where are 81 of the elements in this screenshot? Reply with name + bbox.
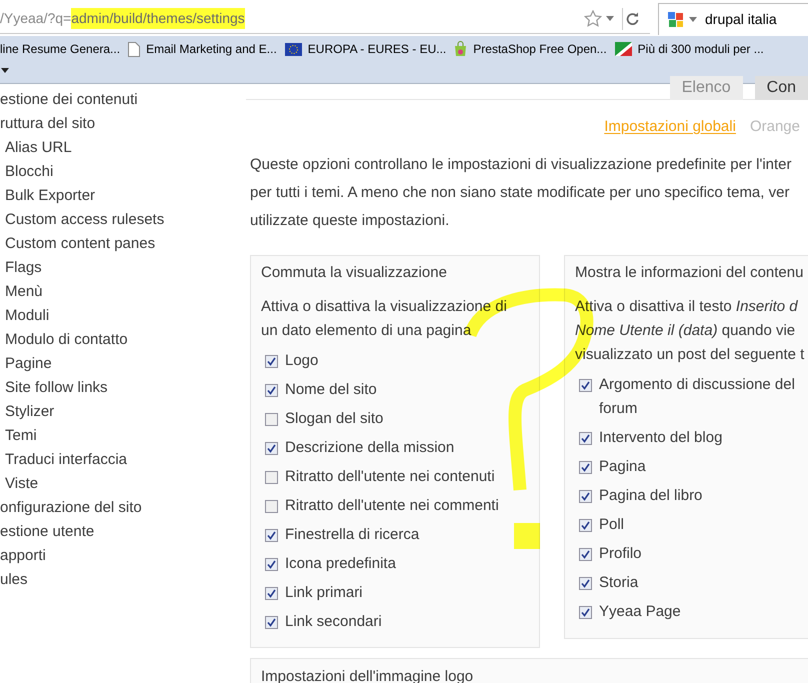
sidebar-link[interactable]: Stylizer — [5, 403, 54, 420]
shopping-bag-icon — [454, 41, 468, 57]
sidebar-link[interactable]: Custom access rulesets — [5, 211, 164, 228]
fieldset-legend: Mostra le informazioni del contenu — [575, 256, 808, 284]
sidebar-link[interactable]: Bulk Exporter — [5, 187, 96, 204]
option-label: Poll — [599, 514, 624, 534]
chevron-down-icon[interactable] — [1, 68, 9, 73]
option-label: Link primari — [285, 582, 363, 602]
sidebar-link[interactable]: Alias URL — [5, 139, 72, 156]
sidebar-link[interactable]: ruttura del sito — [0, 115, 96, 132]
option-label: Descrizione della mission — [285, 438, 454, 458]
checkbox[interactable] — [265, 616, 278, 628]
checkbox[interactable] — [265, 442, 278, 454]
checkbox[interactable] — [579, 378, 592, 392]
option-label: Ritratto dell'utente nei commenti — [285, 496, 499, 516]
dropdown-caret-icon[interactable] — [689, 17, 697, 22]
flag-icon — [614, 42, 632, 56]
bookmark-link[interactable]: Email Marketing and E... — [128, 40, 277, 58]
checkbox[interactable] — [579, 460, 592, 474]
sidebar-link[interactable]: Flags — [5, 259, 42, 276]
bookmark-link[interactable]: line Resume Genera... — [0, 40, 120, 58]
option-label: Logo — [285, 350, 318, 370]
sidebar-link[interactable]: Site follow links — [5, 379, 108, 396]
sidebar-link[interactable]: Traduci interfaccia — [5, 451, 127, 468]
address-field[interactable]: /Yyeaa/?q=admin/build/themes/settings — [0, 8, 584, 29]
sidebar-link[interactable]: ules — [0, 571, 28, 588]
option-label: Yyeaa Page — [599, 602, 681, 622]
sidebar-link[interactable]: Pagine — [5, 355, 52, 372]
bookmark-link[interactable]: EUROPA - EURES - EU... — [284, 40, 446, 58]
sidebar-link[interactable]: Moduli — [5, 307, 50, 324]
checkbox[interactable] — [265, 384, 278, 396]
page-icon — [128, 42, 140, 56]
sidebar-link[interactable]: Custom content panes — [5, 235, 156, 252]
option-label: Intervento del blog — [599, 428, 722, 448]
reload-icon — [626, 12, 639, 25]
description-text: Queste opzioni controllano le impostazioni di visualizzazione predefinite per l'inter per tutti i temi. A meno che non siano state modificate per uno specifico tema, ver utilizzate queste impostazioni. — [250, 154, 792, 230]
checkbox[interactable] — [265, 412, 278, 426]
bookmark-link[interactable]: PrestaShop Free Open... — [454, 40, 607, 58]
checkbox[interactable] — [265, 354, 278, 368]
option-label: Pagina del libro — [599, 486, 702, 506]
checkbox[interactable] — [265, 558, 278, 570]
star-icon[interactable] — [584, 10, 602, 27]
tab[interactable]: Con — [754, 76, 808, 100]
checkbox[interactable] — [579, 576, 592, 590]
dropdown-caret-icon[interactable] — [606, 16, 614, 21]
sidebar-link[interactable]: Modulo di contatto — [5, 331, 128, 348]
option-label: Slogan del sito — [285, 408, 384, 428]
checkbox[interactable] — [265, 528, 278, 542]
checkbox[interactable] — [579, 606, 592, 618]
fieldset-legend: Commuta la visualizzazione — [261, 256, 529, 284]
checkbox[interactable] — [579, 432, 592, 444]
sidebar-link[interactable]: Viste — [5, 475, 38, 492]
option-label: Nome del sito — [285, 380, 377, 400]
url-highlighted-text: admin/build/themes/settings — [71, 8, 245, 29]
option-label: Argomento di discussione del forum — [599, 374, 795, 418]
checkbox[interactable] — [265, 470, 278, 484]
checkbox[interactable] — [265, 586, 278, 600]
option-label: Link secondari — [285, 612, 382, 632]
search-box[interactable]: drupal italia — [658, 3, 808, 35]
checkbox[interactable] — [579, 518, 592, 532]
sidebar-link[interactable]: estione dei contenuti — [0, 91, 138, 108]
sidebar-link[interactable]: onfigurazione del sito — [0, 499, 142, 516]
url-text: /Yyeaa/?q= — [0, 9, 72, 28]
option-label: Finestrella di ricerca — [285, 524, 420, 544]
option-label: Icona predefinita — [285, 554, 396, 574]
sidebar-link[interactable]: Blocchi — [5, 163, 54, 180]
checkbox[interactable] — [579, 490, 592, 502]
bookmark-link[interactable]: Più di 300 moduli per ... — [614, 40, 764, 58]
option-label: Ritratto dell'utente nei contenuti — [285, 466, 495, 486]
checkbox[interactable] — [265, 500, 278, 512]
option-label: Storia — [599, 572, 638, 592]
search-text: drupal italia — [705, 10, 777, 29]
sidebar-link[interactable]: Temi — [5, 427, 37, 444]
checkbox[interactable] — [579, 548, 592, 560]
search-engine-icon — [667, 10, 685, 28]
flag-icon — [284, 42, 302, 56]
sidebar-link[interactable]: Menù — [5, 283, 43, 300]
sidebar-link[interactable]: apporti — [0, 547, 46, 564]
option-label: Pagina — [599, 456, 646, 476]
sidebar-link[interactable]: estione utente — [0, 523, 94, 540]
option-label: Profilo — [599, 544, 642, 564]
